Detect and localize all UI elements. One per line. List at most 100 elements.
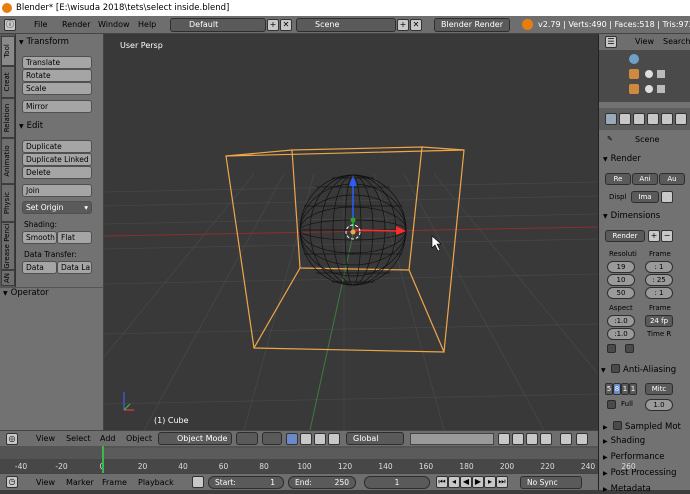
- remove-preset-button[interactable]: −: [661, 230, 673, 242]
- tab-animation[interactable]: Animatio: [1, 138, 15, 184]
- duplicate-button[interactable]: Duplicate: [22, 140, 92, 153]
- lamp-object-icon[interactable]: [629, 84, 639, 94]
- tab-relations[interactable]: Relation: [1, 98, 15, 138]
- render-still-button[interactable]: Re: [605, 173, 631, 185]
- next-keyframe-icon[interactable]: ▸: [484, 476, 496, 488]
- pivot-point-dropdown[interactable]: [262, 432, 282, 445]
- render-context-tab[interactable]: [605, 113, 617, 125]
- current-frame-cursor[interactable]: [102, 446, 104, 473]
- dimensions-section-title[interactable]: Dimensions: [603, 211, 661, 221]
- data-layers-button[interactable]: Data La: [57, 261, 92, 274]
- selectable-arrow-icon[interactable]: [657, 70, 665, 78]
- frame-end-field[interactable]: : 25: [645, 274, 673, 286]
- scene-context-tab[interactable]: [633, 113, 645, 125]
- operator-section-title[interactable]: Operator: [3, 288, 49, 298]
- mirror-button[interactable]: Mirror: [22, 100, 92, 113]
- aa-samples-5[interactable]: 5: [605, 383, 613, 395]
- tab-animation-nodes[interactable]: AN: [1, 270, 15, 286]
- outliner-view-menu[interactable]: View: [635, 34, 654, 50]
- frame-rate-dropdown[interactable]: 24 fp: [645, 315, 673, 327]
- translate-manipulator-icon[interactable]: [300, 433, 312, 445]
- crop-checkbox[interactable]: [625, 344, 634, 353]
- remove-scene-button[interactable]: ✕: [410, 19, 422, 31]
- play-reverse-icon[interactable]: ◀: [460, 476, 472, 488]
- aa-samples-16[interactable]: 1: [629, 383, 637, 395]
- aa-filter-size-field[interactable]: 1.0: [645, 399, 673, 411]
- scene-selector[interactable]: Scene: [296, 18, 396, 32]
- menu-help[interactable]: Help: [138, 16, 156, 34]
- proportional-edit-icon[interactable]: [512, 433, 524, 445]
- sync-mode-dropdown[interactable]: No Sync: [520, 476, 582, 489]
- delete-button[interactable]: Delete: [22, 166, 92, 179]
- set-origin-dropdown[interactable]: Set Origin ▾: [22, 201, 92, 214]
- display-mode-dropdown[interactable]: Ima: [631, 191, 659, 203]
- data-transfer-button[interactable]: Data: [22, 261, 57, 274]
- preview-range-icon[interactable]: [192, 476, 204, 488]
- transform-section-title[interactable]: Transform: [19, 37, 69, 47]
- outliner-editor-icon[interactable]: ☰: [605, 36, 617, 48]
- menu-file[interactable]: File: [34, 16, 47, 34]
- add-scene-button[interactable]: +: [397, 19, 409, 31]
- manipulator-toggle-icon[interactable]: [286, 433, 298, 445]
- menu-select[interactable]: Select: [66, 431, 91, 447]
- frame-start-field[interactable]: : 1: [645, 261, 673, 273]
- remove-layout-button[interactable]: ✕: [280, 19, 292, 31]
- resolution-y-field[interactable]: 10: [607, 274, 635, 286]
- translate-button[interactable]: Translate: [22, 56, 92, 69]
- jump-start-icon[interactable]: ⏮: [436, 476, 448, 488]
- menu-add[interactable]: Add: [100, 431, 116, 447]
- visibility-eye-icon[interactable]: [645, 85, 653, 93]
- join-button[interactable]: Join: [22, 184, 92, 197]
- flat-shading-button[interactable]: Flat: [57, 231, 92, 244]
- snap-toggle-icon[interactable]: [526, 433, 538, 445]
- scale-button[interactable]: Scale: [22, 82, 92, 95]
- add-preset-button[interactable]: +: [648, 230, 660, 242]
- render-animation-button[interactable]: Ani: [632, 173, 658, 185]
- shading-section[interactable]: Shading: [603, 436, 646, 446]
- outliner-search-menu[interactable]: Search: [663, 34, 690, 50]
- border-checkbox[interactable]: [607, 344, 616, 353]
- aspect-x-field[interactable]: :1.0: [607, 315, 635, 327]
- rotate-button[interactable]: Rotate: [22, 69, 92, 82]
- menu-window[interactable]: Window: [98, 16, 130, 34]
- aa-filter-dropdown[interactable]: Mitc: [645, 383, 673, 395]
- anti-aliasing-checkbox[interactable]: [611, 364, 621, 373]
- start-frame-field[interactable]: Start: 1: [208, 476, 284, 489]
- anti-aliasing-section-title[interactable]: Anti-Aliasing: [601, 363, 676, 375]
- post-processing-section[interactable]: Post Processing: [603, 468, 677, 478]
- tab-create[interactable]: Creat: [1, 66, 15, 98]
- render-layers-context-tab[interactable]: [619, 113, 631, 125]
- tab-tool[interactable]: Tool: [1, 36, 15, 66]
- add-layout-button[interactable]: +: [267, 19, 279, 31]
- render-engine-selector[interactable]: Blender Render: [434, 18, 510, 32]
- lock-layers-icon[interactable]: [498, 433, 510, 445]
- sampled-motion-blur-section[interactable]: Sampled Mot: [603, 420, 681, 432]
- camera-object-icon[interactable]: [629, 69, 639, 79]
- jump-end-icon[interactable]: ⏭: [496, 476, 508, 488]
- scale-manipulator-icon[interactable]: [328, 433, 340, 445]
- metadata-section[interactable]: Metadata: [603, 484, 651, 494]
- end-frame-field[interactable]: End: 250: [288, 476, 356, 489]
- prev-keyframe-icon[interactable]: ◂: [448, 476, 460, 488]
- aspect-y-field[interactable]: :1.0: [607, 328, 635, 340]
- tab-grease-pencil[interactable]: Grease Penci: [1, 222, 15, 270]
- snap-element-icon[interactable]: [540, 433, 552, 445]
- transform-orientation-dropdown[interactable]: Global: [346, 432, 404, 445]
- aa-samples-8[interactable]: 8: [613, 383, 621, 395]
- layer-buttons-grid[interactable]: [410, 433, 494, 445]
- editor-type-icon[interactable]: ⓘ: [4, 19, 16, 31]
- object-context-tab[interactable]: [661, 113, 673, 125]
- resolution-percentage-field[interactable]: 50: [607, 287, 635, 299]
- modifier-context-tab[interactable]: [675, 113, 687, 125]
- frame-step-field[interactable]: : 1: [645, 287, 673, 299]
- screen-layout-selector[interactable]: Default: [170, 18, 266, 32]
- world-icon[interactable]: [629, 54, 639, 64]
- smooth-shading-button[interactable]: Smooth: [22, 231, 57, 244]
- timeline-menu-marker[interactable]: Marker: [66, 474, 94, 491]
- menu-view[interactable]: View: [36, 431, 55, 447]
- duplicate-linked-button[interactable]: Duplicate Linked: [22, 153, 92, 166]
- render-animation-icon[interactable]: [576, 433, 588, 445]
- editor-type-icon[interactable]: ◷: [6, 476, 18, 488]
- timeline-menu-frame[interactable]: Frame: [102, 474, 127, 491]
- edit-section-title[interactable]: Edit: [19, 121, 43, 131]
